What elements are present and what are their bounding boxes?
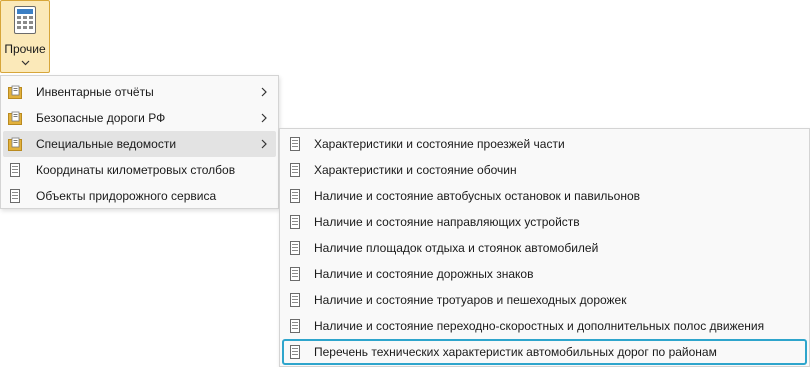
submenu-item-label: Наличие площадок отдыха и стоянок автомо…: [314, 241, 599, 255]
menu-item-km-post-coordinates[interactable]: Координаты километровых столбов: [3, 157, 276, 183]
document-icon: [290, 163, 300, 177]
submenu-item-rest-areas[interactable]: Наличие площадок отдыха и стоянок автомо…: [282, 235, 807, 261]
chevron-down-icon[interactable]: [21, 60, 30, 66]
document-icon: [290, 189, 300, 203]
document-icon: [290, 293, 300, 307]
submenu-item-carriageway[interactable]: Характеристики и состояние проезжей част…: [282, 131, 807, 157]
menu-item-label: Объекты придорожного сервиса: [36, 189, 217, 203]
menu-item-special-statements[interactable]: Специальные ведомости: [3, 131, 276, 157]
submenu-item-label: Наличие и состояние тротуаров и пешеходн…: [314, 293, 627, 307]
document-icon: [290, 215, 300, 229]
submenu-item-sidewalks[interactable]: Наличие и состояние тротуаров и пешеходн…: [282, 287, 807, 313]
ribbon-button-label: Прочие: [4, 42, 46, 56]
submenu-item-label: Характеристики и состояние проезжей част…: [314, 137, 565, 151]
chevron-right-icon: [261, 87, 267, 97]
chevron-right-icon: [261, 139, 267, 149]
calculator-document-icon: [14, 6, 36, 34]
submenu-item-label: Наличие и состояние направляющих устройс…: [314, 215, 580, 229]
document-icon: [290, 345, 300, 359]
submenu-item-label: Наличие и состояние переходно-скоростных…: [314, 319, 765, 333]
document-icon: [290, 267, 300, 281]
menu-item-roadside-service[interactable]: Объекты придорожного сервиса: [3, 183, 276, 209]
special-statements-submenu: Характеристики и состояние проезжей част…: [279, 128, 810, 367]
folder-doc-icon: [8, 137, 22, 151]
document-icon: [290, 319, 300, 333]
folder-doc-icon: [8, 85, 22, 99]
other-dropdown-menu: Инвентарные отчёты Безопасные дороги РФ …: [0, 75, 279, 209]
folder-doc-icon: [8, 111, 22, 125]
document-icon: [10, 189, 20, 203]
submenu-item-bus-stops[interactable]: Наличие и состояние автобусных остановок…: [282, 183, 807, 209]
submenu-item-road-signs[interactable]: Наличие и состояние дорожных знаков: [282, 261, 807, 287]
document-icon: [10, 163, 20, 177]
submenu-item-tech-characteristics[interactable]: Перечень технических характеристик автом…: [282, 339, 807, 365]
menu-item-label: Специальные ведомости: [36, 137, 177, 151]
submenu-item-label: Наличие и состояние дорожных знаков: [314, 267, 534, 281]
menu-item-safe-roads[interactable]: Безопасные дороги РФ: [3, 105, 276, 131]
menu-item-label: Безопасные дороги РФ: [36, 111, 166, 125]
document-icon: [290, 137, 300, 151]
menu-item-label: Координаты километровых столбов: [36, 163, 236, 177]
submenu-item-label: Перечень технических характеристик автом…: [314, 345, 717, 359]
submenu-item-speed-lanes[interactable]: Наличие и состояние переходно-скоростных…: [282, 313, 807, 339]
submenu-item-label: Наличие и состояние автобусных остановок…: [314, 189, 641, 203]
submenu-item-shoulders[interactable]: Характеристики и состояние обочин: [282, 157, 807, 183]
submenu-item-guide-devices[interactable]: Наличие и состояние направляющих устройс…: [282, 209, 807, 235]
ribbon-button-other[interactable]: Прочие: [0, 0, 50, 73]
chevron-right-icon: [261, 113, 267, 123]
document-icon: [290, 241, 300, 255]
submenu-item-label: Характеристики и состояние обочин: [314, 163, 517, 177]
menu-item-label: Инвентарные отчёты: [36, 85, 154, 99]
menu-item-inventory-reports[interactable]: Инвентарные отчёты: [3, 79, 276, 105]
